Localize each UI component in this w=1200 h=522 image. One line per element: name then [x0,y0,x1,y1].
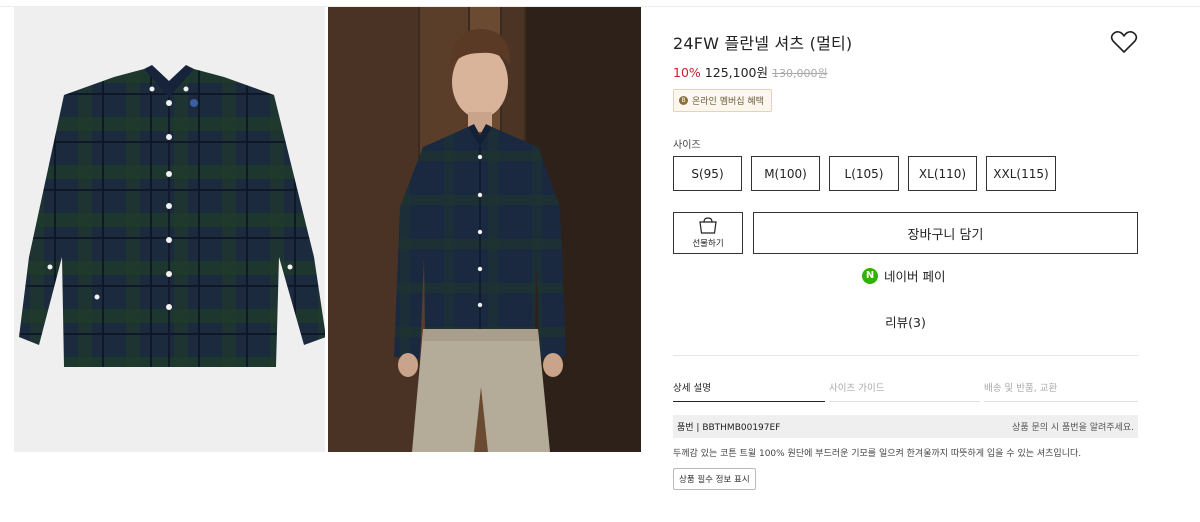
size-label: 사이즈 [673,140,701,151]
product-image-model[interactable] [328,7,641,452]
product-code-hint: 상품 문의 시 품번을 알려주세요. [1012,423,1134,433]
tab-detail[interactable]: 상세 설명 [673,380,825,402]
size-option-xl[interactable]: XL(110) [908,156,977,191]
gift-bag-icon [699,217,717,234]
size-option-s[interactable]: S(95) [673,156,742,191]
size-options: S(95) M(100) L(105) XL(110) XXL(115) [673,156,1065,191]
add-to-cart-button[interactable]: 장바구니 담기 [753,212,1138,254]
discount-rate: 10% [673,65,701,80]
product-image-flat[interactable] [14,7,325,452]
naver-pay-button[interactable]: N 네이버 페이 [862,266,945,285]
tab-shipping[interactable]: 배송 및 반품, 교환 [984,380,1138,402]
sale-price: 125,100원 [704,65,768,80]
gift-button-label: 선물하기 [692,239,724,249]
original-price: 130,000원 [772,67,828,80]
product-description: 두께감 있는 코튼 트윌 100% 원단에 부드러운 기모를 일으켜 한겨울까지… [673,449,1082,459]
product-title: 24FW 플란넬 셔츠 (멀티) [673,34,853,53]
review-link[interactable]: 리뷰(3) [673,312,1138,331]
naver-pay-icon: N [862,267,878,284]
wishlist-button[interactable] [1110,29,1138,55]
product-info-panel: 24FW 플란넬 셔츠 (멀티) 10% 125,100원 130,000원 B 온… [673,0,1138,522]
size-option-l[interactable]: L(105) [829,156,899,191]
tab-size-guide[interactable]: 사이즈 가이드 [829,380,980,402]
flat-shirt-illustration [19,65,325,367]
product-code-bar: 품번 | BBTHMB00197EF 상품 문의 시 품번을 알려주세요. [673,415,1138,438]
detail-tabs: 상세 설명 사이즈 가이드 배송 및 반품, 교환 [673,380,1138,402]
membership-badge[interactable]: B 온라인 멤버십 혜택 [673,89,772,112]
heart-icon [1110,30,1138,53]
size-option-m[interactable]: M(100) [751,156,820,191]
model-photo-illustration [328,7,641,452]
section-divider [673,355,1138,356]
price-row: 10% 125,100원 130,000원 [673,62,828,81]
product-code: 품번 | BBTHMB00197EF [677,423,781,433]
size-option-xxl[interactable]: XXL(115) [986,156,1056,191]
required-info-button[interactable]: 상품 필수 정보 표시 [673,468,756,490]
gift-button[interactable]: 선물하기 [673,212,743,254]
membership-badge-label: 온라인 멤버십 혜택 [692,97,764,107]
membership-icon: B [679,96,688,105]
naver-pay-label: 네이버 페이 [884,269,946,284]
